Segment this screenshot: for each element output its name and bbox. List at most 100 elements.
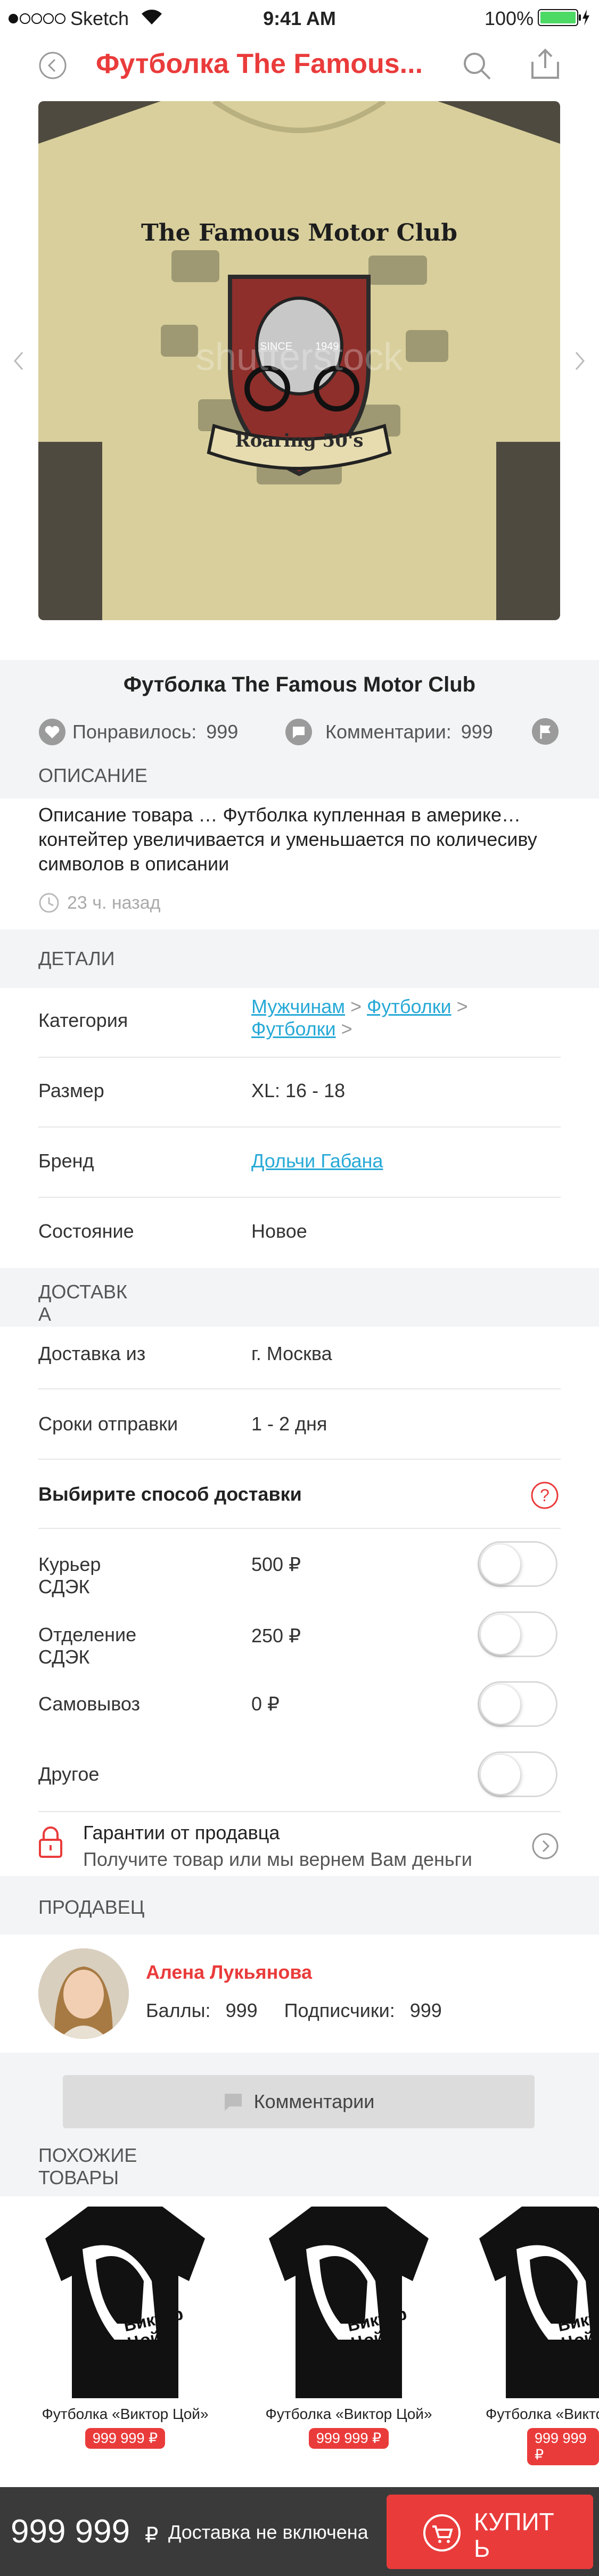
- svg-text:?: ?: [540, 1486, 549, 1505]
- likes-count: 999: [206, 721, 239, 743]
- delivery-option-office-price: 250 ₽: [251, 1625, 301, 1647]
- option-label-line2: СДЭК: [38, 1646, 90, 1668]
- divider: [38, 1528, 561, 1529]
- status-bar: Sketch 9:41 AM 100%: [0, 0, 599, 37]
- comments-count: 999: [461, 721, 493, 743]
- condition-label: Состояние: [38, 1220, 134, 1242]
- share-icon[interactable]: [530, 48, 560, 83]
- divider: [38, 1459, 561, 1460]
- delivery-header-line2: А: [38, 1303, 52, 1325]
- ship-from-value: г. Москва: [251, 1343, 332, 1364]
- buy-button-label: КУПИТ Ь: [474, 2508, 554, 2562]
- divider: [38, 1126, 561, 1127]
- similar-item-price: 999 999 ₽: [308, 2428, 389, 2449]
- total-price: 999 999: [11, 2513, 130, 2550]
- similar-header-line2: ТОВАРЫ: [38, 2167, 119, 2188]
- option-label-line1: Отделение: [38, 1624, 137, 1645]
- delivery-option-pickup-toggle[interactable]: [478, 1681, 557, 1727]
- product-title: Футболка The Famous Motor Club: [123, 673, 476, 696]
- similar-item[interactable]: Виктор Цой Футболка «Виктор Цой» 999 999…: [469, 2201, 599, 2465]
- seller-header: ПРОДАВЕЦ: [38, 1896, 145, 1918]
- similar-header: ПОХОЖИЕ ТОВАРЫ: [38, 2144, 137, 2189]
- buy-label-line1: КУПИТ: [474, 2508, 554, 2536]
- category-separator: >: [451, 995, 468, 1017]
- similar-item-price: 999 999 ₽: [527, 2428, 599, 2465]
- delivery-note: Доставка не включена: [168, 2521, 368, 2543]
- toggle-knob: [480, 1614, 521, 1655]
- chevron-right-icon: [531, 1832, 559, 1863]
- similar-header-line1: ПОХОЖИЕ: [38, 2144, 137, 2166]
- shirt-print-banner: Roaring 50's: [235, 430, 364, 451]
- similar-item-caption: Футболка «Виктор Цой»: [265, 2406, 432, 2422]
- comment-icon: [285, 718, 313, 746]
- delivery-option-pickup-label: Самовывоз: [38, 1693, 141, 1715]
- comments-button[interactable]: Комментарии: [63, 2075, 535, 2128]
- ship-terms-value: 1 - 2 дня: [251, 1413, 327, 1435]
- similar-item-image: Виктор Цой: [269, 2201, 429, 2398]
- similar-item-image: Виктор Цой: [45, 2201, 205, 2398]
- product-image[interactable]: The Famous Motor Club SINCE 1949 Roaring…: [38, 101, 560, 620]
- seller-guarantee[interactable]: Гарантии от продавца Получите товар или …: [0, 1812, 599, 1875]
- option-label-line2: СДЭК: [38, 1576, 90, 1598]
- delivery-header-line1: ДОСТАВК: [38, 1281, 127, 1303]
- divider: [38, 1057, 561, 1058]
- category-link-men[interactable]: Мужчинам: [251, 995, 345, 1017]
- likes-label: Понравилось:: [72, 721, 197, 743]
- details-header: ДЕТАЛИ: [38, 948, 115, 969]
- page-title: Футболка The Famous...: [96, 48, 423, 79]
- flag-icon[interactable]: [531, 718, 559, 748]
- similar-item[interactable]: Виктор Цой Футболка «Виктор Цой» 999 999…: [21, 2201, 229, 2449]
- category-separator: >: [345, 995, 367, 1017]
- option-label-line1: Курьер: [38, 1553, 101, 1575]
- time-ago: 23 ч. назад: [67, 892, 161, 913]
- delivery-option-courier-toggle[interactable]: [478, 1541, 557, 1587]
- divider: [38, 1388, 561, 1389]
- buy-button[interactable]: КУПИТ Ь: [387, 2495, 593, 2569]
- condition-value: Новое: [251, 1220, 307, 1242]
- delivery-option-other-toggle[interactable]: [478, 1751, 557, 1797]
- gallery-next-icon[interactable]: [574, 350, 586, 374]
- description-text: Описание товара … Футболка купленная в а…: [38, 804, 537, 875]
- heart-icon: [38, 718, 66, 746]
- ship-from-label: Доставка из: [38, 1343, 146, 1364]
- comments-label: Комментарии:: [325, 721, 452, 743]
- subscribers-label: Подписчики:: [284, 1999, 395, 2021]
- back-icon[interactable]: [38, 51, 67, 80]
- guarantee-title: Гарантии от продавца: [83, 1822, 280, 1843]
- seller-name[interactable]: Алена Лукьянова: [146, 1961, 312, 1984]
- post-time: 23 ч. назад: [38, 892, 161, 913]
- cart-icon: [423, 2514, 461, 2555]
- buy-label-line2: Ь: [474, 2534, 490, 2562]
- similar-item-caption: Футболка «Виктор Цой»: [486, 2406, 599, 2422]
- delivery-option-office-toggle[interactable]: [478, 1611, 557, 1657]
- size-label: Размер: [38, 1080, 104, 1101]
- category-link-tshirts[interactable]: Футболки: [367, 995, 452, 1017]
- battery-percent: 100%: [485, 7, 534, 29]
- category-separator: >: [335, 1018, 352, 1040]
- category-link-tshirts-sub[interactable]: Футболки: [251, 1018, 336, 1040]
- clock-icon: [38, 892, 60, 913]
- toggle-knob: [480, 1754, 521, 1795]
- search-icon[interactable]: [462, 51, 492, 84]
- brand-label: Бренд: [38, 1150, 94, 1172]
- ship-terms-label: Сроки отправки: [38, 1413, 178, 1435]
- points-value: 999: [225, 1999, 258, 2021]
- shirt-print-headline: The Famous Motor Club: [141, 219, 458, 246]
- similar-item[interactable]: Виктор Цой Футболка «Виктор Цой» 999 999…: [245, 2201, 453, 2449]
- points-label: Баллы:: [146, 1999, 211, 2021]
- similar-item-caption: Футболка «Виктор Цой»: [42, 2406, 209, 2422]
- seller-stats: Баллы: 999 Подписчики: 999: [146, 1999, 442, 2022]
- delivery-option-other-label: Другое: [38, 1763, 100, 1785]
- nav-bar: Футболка The Famous...: [0, 37, 599, 96]
- comments-stat[interactable]: Комментарии: 999: [285, 716, 493, 748]
- subscribers-value: 999: [409, 1999, 442, 2021]
- lock-icon: [38, 1826, 63, 1862]
- avatar[interactable]: [38, 1948, 129, 2039]
- choose-delivery-label: Выбирите способ доставки: [38, 1483, 302, 1505]
- category-label: Категория: [38, 1009, 128, 1031]
- likes-button[interactable]: Понравилось: 999: [38, 716, 238, 748]
- gallery-prev-icon[interactable]: [13, 350, 24, 374]
- brand-link[interactable]: Дольчи Габана: [251, 1150, 383, 1172]
- help-icon[interactable]: ?: [530, 1481, 559, 1512]
- delivery-option-courier-label: Курьер СДЭК: [38, 1553, 101, 1598]
